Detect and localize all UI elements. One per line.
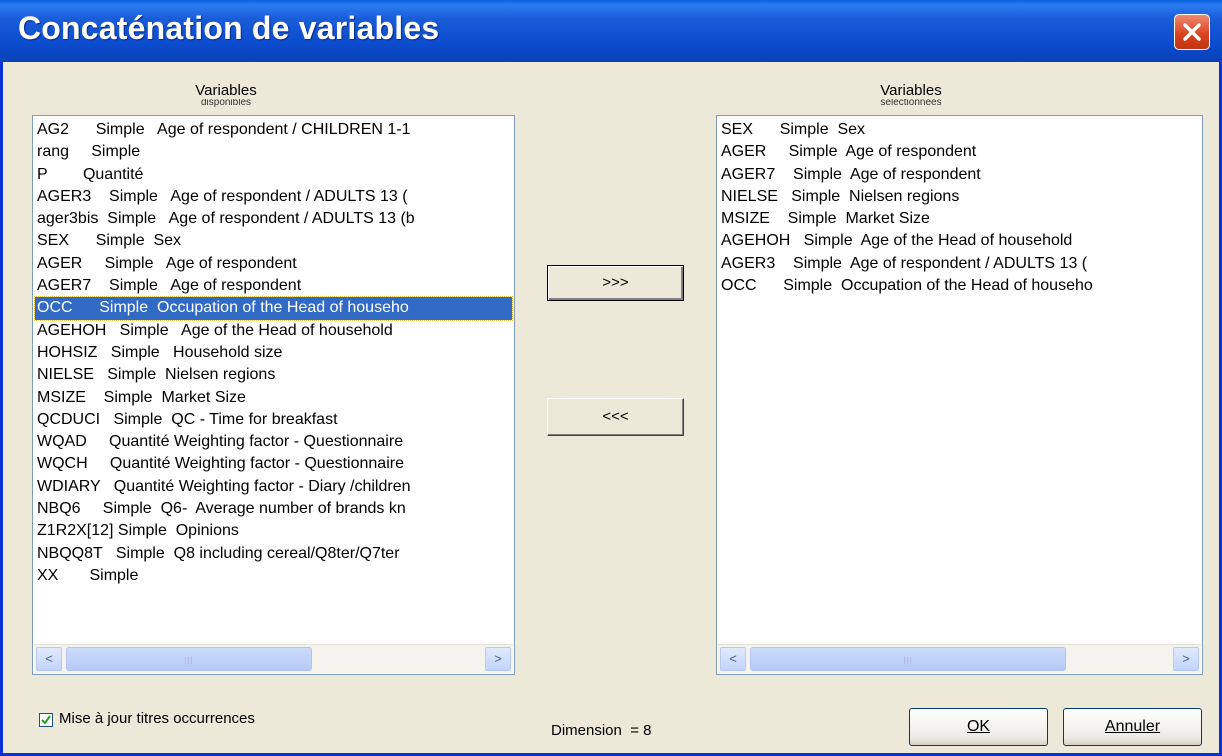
list-item[interactable]: AGER7 Simple Age of respondent [35,275,512,297]
add-variables-button[interactable]: >>> [547,265,684,301]
close-button[interactable] [1174,14,1210,50]
chevron-right-icon: > [1182,651,1190,666]
list-item[interactable]: Z1R2X[12] Simple Opinions [35,520,512,542]
list-item[interactable]: OCC Simple Occupation of the Head of hou… [34,296,513,321]
scroll-thumb[interactable]: ||| [750,647,1066,671]
close-icon [1183,23,1201,41]
chevron-right-icon: > [494,651,502,666]
list-item[interactable]: QCDUCI Simple QC - Time for breakfast [35,409,512,431]
list-item[interactable]: WQAD Quantité Weighting factor - Questio… [35,431,512,453]
list-item[interactable]: MSIZE Simple Market Size [719,208,1200,230]
selected-caption-text: Variables [880,82,942,99]
available-caption-sub: disponibles [200,99,252,107]
available-caption-text: Variables [195,82,257,99]
list-item[interactable]: SEX Simple Sex [719,119,1200,141]
list-item[interactable]: NBQQ8T Simple Q8 including cereal/Q8ter/… [35,543,512,565]
list-item[interactable]: AGER3 Simple Age of respondent / ADULTS … [35,186,512,208]
available-variables-list[interactable]: AG2 Simple Age of respondent / CHILDREN … [32,115,515,675]
dialog-window: Concaténation de variables Variables dis… [0,0,1222,756]
selected-items: SEX Simple Sex AGER Simple Age of respond… [719,119,1200,297]
title-bar[interactable]: Concaténation de variables [0,0,1222,62]
selected-variables-caption: Variables sélectionnées [851,82,971,107]
grip-icon: ||| [903,656,913,665]
chevron-left-icon: < [729,651,737,666]
list-item[interactable]: P Quantité [35,164,512,186]
available-variables-caption: Variables disponibles [171,82,281,107]
list-item[interactable]: rang Simple [35,141,512,163]
selected-caption-sub: sélectionnées [880,99,942,107]
list-item[interactable]: WDIARY Quantité Weighting factor - Diary… [35,476,512,498]
list-item[interactable]: HOHSIZ Simple Household size [35,342,512,364]
grip-icon: ||| [184,656,194,665]
remove-variables-button[interactable]: <<< [547,398,684,436]
scroll-thumb[interactable]: ||| [66,647,312,671]
chevron-left-icon: < [45,651,53,666]
list-item[interactable]: WQCH Quantité Weighting factor - Questio… [35,453,512,475]
list-item[interactable]: AGER7 Simple Age of respondent [719,164,1200,186]
scroll-left-button[interactable]: < [720,647,746,671]
scroll-right-button[interactable]: > [1173,647,1199,671]
list-item[interactable]: AGEHOH Simple Age of the Head of househo… [35,320,512,342]
scroll-left-button[interactable]: < [36,647,62,671]
dimension-label: Dimension = 8 [551,722,652,739]
ok-button[interactable]: OK [909,708,1048,746]
cancel-button[interactable]: Annuler [1063,708,1202,746]
list-item[interactable]: NIELSE Simple Nielsen regions [719,186,1200,208]
update-titles-checkbox[interactable] [39,713,53,727]
list-item[interactable]: SEX Simple Sex [35,230,512,252]
list-item[interactable]: AGER Simple Age of respondent [719,141,1200,163]
list-item[interactable]: ager3bis Simple Age of respondent / ADUL… [35,208,512,230]
selected-variables-list[interactable]: SEX Simple Sex AGER Simple Age of respond… [716,115,1203,675]
list-item[interactable]: XX Simple [35,565,512,587]
list-item[interactable]: NIELSE Simple Nielsen regions [35,364,512,386]
list-item[interactable]: NBQ6 Simple Q6- Average number of brands… [35,498,512,520]
available-hscrollbar[interactable]: < ||| > [34,644,513,673]
list-item[interactable]: AGEHOH Simple Age of the Head of househo… [719,230,1200,252]
list-item[interactable]: AG2 Simple Age of respondent / CHILDREN … [35,119,512,141]
list-item[interactable]: AGER3 Simple Age of respondent / ADULTS … [719,253,1200,275]
scroll-right-button[interactable]: > [485,647,511,671]
available-items: AG2 Simple Age of respondent / CHILDREN … [34,119,513,587]
list-item[interactable]: AGER Simple Age of respondent [35,253,512,275]
cancel-label: Annuler [1104,718,1161,735]
selected-hscrollbar[interactable]: < ||| > [718,644,1201,673]
checkmark-icon [41,715,51,725]
list-item[interactable]: OCC Simple Occupation of the Head of hou… [719,275,1200,297]
update-titles-label: Mise à jour titres occurrences [59,710,255,727]
list-item[interactable]: MSIZE Simple Market Size [35,387,512,409]
window-title: Concaténation de variables [18,10,440,46]
ok-label: OK [966,718,991,735]
